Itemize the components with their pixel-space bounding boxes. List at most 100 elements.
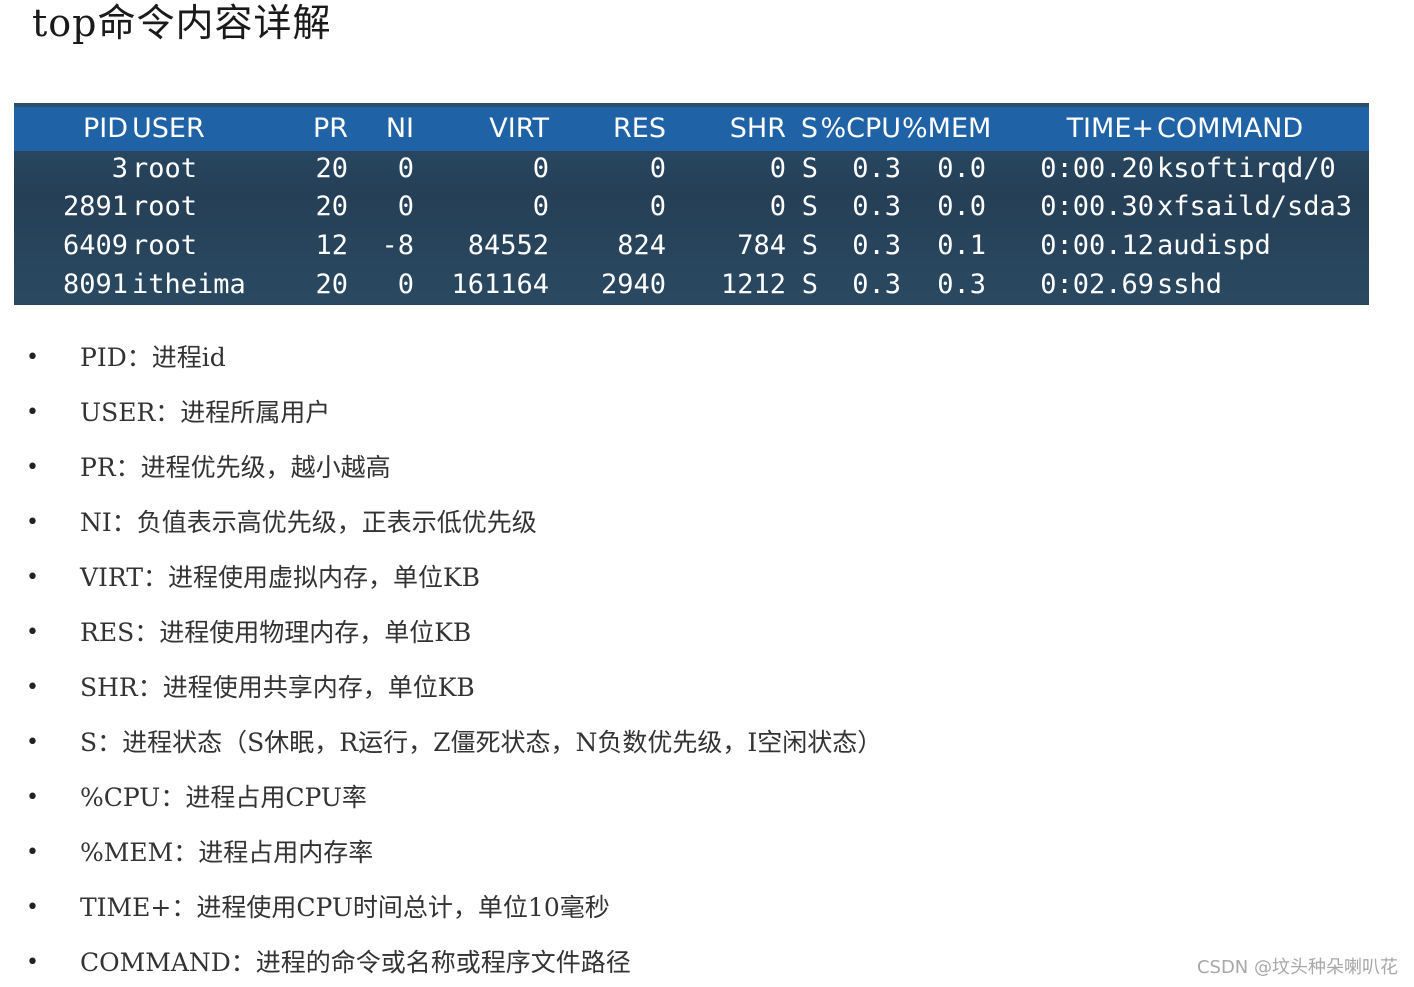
- bullet-icon: •: [26, 345, 39, 370]
- cell-user: root: [132, 153, 198, 184]
- bullet-icon: •: [26, 675, 39, 700]
- cell-cpu: 0.3: [852, 191, 901, 222]
- bullet-icon: •: [26, 730, 39, 755]
- list-item: • VIRT：进程使用虚拟内存，单位KB: [0, 558, 1150, 598]
- cell-mem: 0.0: [937, 153, 986, 184]
- cell-user: root: [132, 191, 198, 222]
- header-ni: NI: [385, 113, 414, 144]
- cell-shr: 0: [769, 191, 786, 222]
- cell-pr: 20: [315, 269, 348, 300]
- list-item: • %CPU：进程占用CPU率: [0, 778, 1150, 818]
- cell-pid: 3: [111, 153, 128, 184]
- cell-pid: 8091: [62, 269, 128, 300]
- cell-ni: 0: [397, 191, 414, 222]
- header-command: COMMAND: [1157, 113, 1304, 144]
- list-item-text: SHR：进程使用共享内存，单位KB: [80, 673, 475, 702]
- header-shr: SHR: [729, 113, 786, 144]
- cell-command: sshd: [1157, 269, 1223, 300]
- cell-virt: 161164: [451, 269, 549, 300]
- header-user: USER: [132, 113, 205, 144]
- bullet-icon: •: [26, 840, 39, 865]
- cell-pr: 20: [315, 153, 348, 184]
- cell-pid: 2891: [62, 191, 128, 222]
- list-item: • SHR：进程使用共享内存，单位KB: [0, 668, 1150, 708]
- cell-virt: 84552: [467, 230, 549, 261]
- bullet-icon: •: [26, 400, 39, 425]
- cell-shr: 784: [737, 230, 786, 261]
- cell-mem: 0.3: [937, 269, 986, 300]
- cell-time: 0:00.20: [1040, 153, 1154, 184]
- process-row: 6409 root 12 -8 84552 824 784 S 0.3 0.1 …: [14, 227, 1369, 265]
- page-title: top命令内容详解: [32, 1, 332, 45]
- bullet-icon: •: [26, 455, 39, 480]
- cell-shr: 0: [769, 153, 786, 184]
- list-item-text: PR：进程优先级，越小越高: [80, 453, 391, 482]
- cell-user: itheima: [132, 269, 246, 300]
- header-pr: PR: [312, 113, 348, 144]
- list-item: • NI：负值表示高优先级，正表示低优先级: [0, 503, 1150, 543]
- cell-command: ksoftirqd/0: [1157, 153, 1336, 184]
- cell-time: 0:00.30: [1040, 191, 1154, 222]
- cell-state: S: [801, 230, 818, 261]
- list-item: • USER：进程所属用户: [0, 393, 1150, 433]
- list-item-text: USER：进程所属用户: [80, 398, 331, 427]
- cell-cpu: 0.3: [852, 230, 901, 261]
- list-item-text: NI：负值表示高优先级，正表示低优先级: [80, 508, 537, 537]
- list-item: • PR：进程优先级，越小越高: [0, 448, 1150, 488]
- top-header-row: PID USER PR NI VIRT RES SHR S %CPU %MEM …: [14, 110, 1369, 148]
- cell-res: 2940: [600, 269, 666, 300]
- bullet-icon: •: [26, 565, 39, 590]
- list-item: • %MEM：进程占用内存率: [0, 833, 1150, 873]
- bullet-icon: •: [26, 950, 39, 975]
- cell-state: S: [801, 269, 818, 300]
- top-output-panel: PID USER PR NI VIRT RES SHR S %CPU %MEM …: [14, 103, 1369, 305]
- header-cpu: %CPU: [820, 113, 901, 144]
- header-res: RES: [613, 113, 666, 144]
- cell-time: 0:00.12: [1040, 230, 1154, 261]
- watermark: CSDN @坟头种朵喇叭花: [1196, 957, 1398, 978]
- cell-ni: -8: [381, 230, 414, 261]
- cell-shr: 1212: [720, 269, 786, 300]
- cell-mem: 0.1: [937, 230, 986, 261]
- list-item: • PID：进程id: [0, 338, 1150, 378]
- header-pid: PID: [82, 113, 128, 144]
- list-item-text: PID：进程id: [80, 343, 226, 372]
- bullet-icon: •: [26, 510, 39, 535]
- list-item-text: %MEM：进程占用内存率: [80, 838, 374, 867]
- list-item-text: RES：进程使用物理内存，单位KB: [80, 618, 472, 647]
- cell-pid: 6409: [62, 230, 128, 261]
- cell-command: audispd: [1157, 230, 1271, 261]
- cell-mem: 0.0: [937, 191, 986, 222]
- bullet-icon: •: [26, 895, 39, 920]
- header-virt: VIRT: [489, 113, 549, 144]
- header-s: S: [800, 113, 818, 144]
- list-item-text: COMMAND：进程的命令或名称或程序文件路径: [80, 948, 631, 977]
- list-item-text: S：进程状态（S休眠，R运行，Z僵死状态，N负数优先级，I空闲状态）: [80, 728, 883, 757]
- header-time: TIME+: [1066, 113, 1154, 144]
- cell-res: 0: [649, 153, 666, 184]
- cell-pr: 20: [315, 191, 348, 222]
- cell-user: root: [132, 230, 198, 261]
- cell-pr: 12: [315, 230, 348, 261]
- list-item: • TIME+：进程使用CPU时间总计，单位10毫秒: [0, 888, 1150, 928]
- cell-cpu: 0.3: [852, 153, 901, 184]
- cell-res: 0: [649, 191, 666, 222]
- list-item-text: TIME+：进程使用CPU时间总计，单位10毫秒: [80, 893, 610, 922]
- cell-virt: 0: [532, 191, 549, 222]
- cell-command: xfsaild/sda3: [1157, 191, 1353, 222]
- cell-state: S: [801, 153, 818, 184]
- cell-virt: 0: [532, 153, 549, 184]
- bullet-icon: •: [26, 620, 39, 645]
- process-row: 2891 root 20 0 0 0 0 S 0.3 0.0 0:00.30 x…: [14, 188, 1369, 226]
- list-item: • S：进程状态（S休眠，R运行，Z僵死状态，N负数优先级，I空闲状态）: [0, 723, 1150, 763]
- header-mem: %MEM: [902, 113, 992, 144]
- cell-ni: 0: [397, 269, 414, 300]
- cell-state: S: [801, 191, 818, 222]
- process-row: 8091 itheima 20 0 161164 2940 1212 S 0.3…: [14, 266, 1369, 304]
- cell-time: 0:02.69: [1040, 269, 1154, 300]
- list-item: • COMMAND：进程的命令或名称或程序文件路径: [0, 943, 1150, 983]
- bullet-icon: •: [26, 785, 39, 810]
- list-item-text: VIRT：进程使用虚拟内存，单位KB: [80, 563, 481, 592]
- cell-cpu: 0.3: [852, 269, 901, 300]
- cell-ni: 0: [397, 153, 414, 184]
